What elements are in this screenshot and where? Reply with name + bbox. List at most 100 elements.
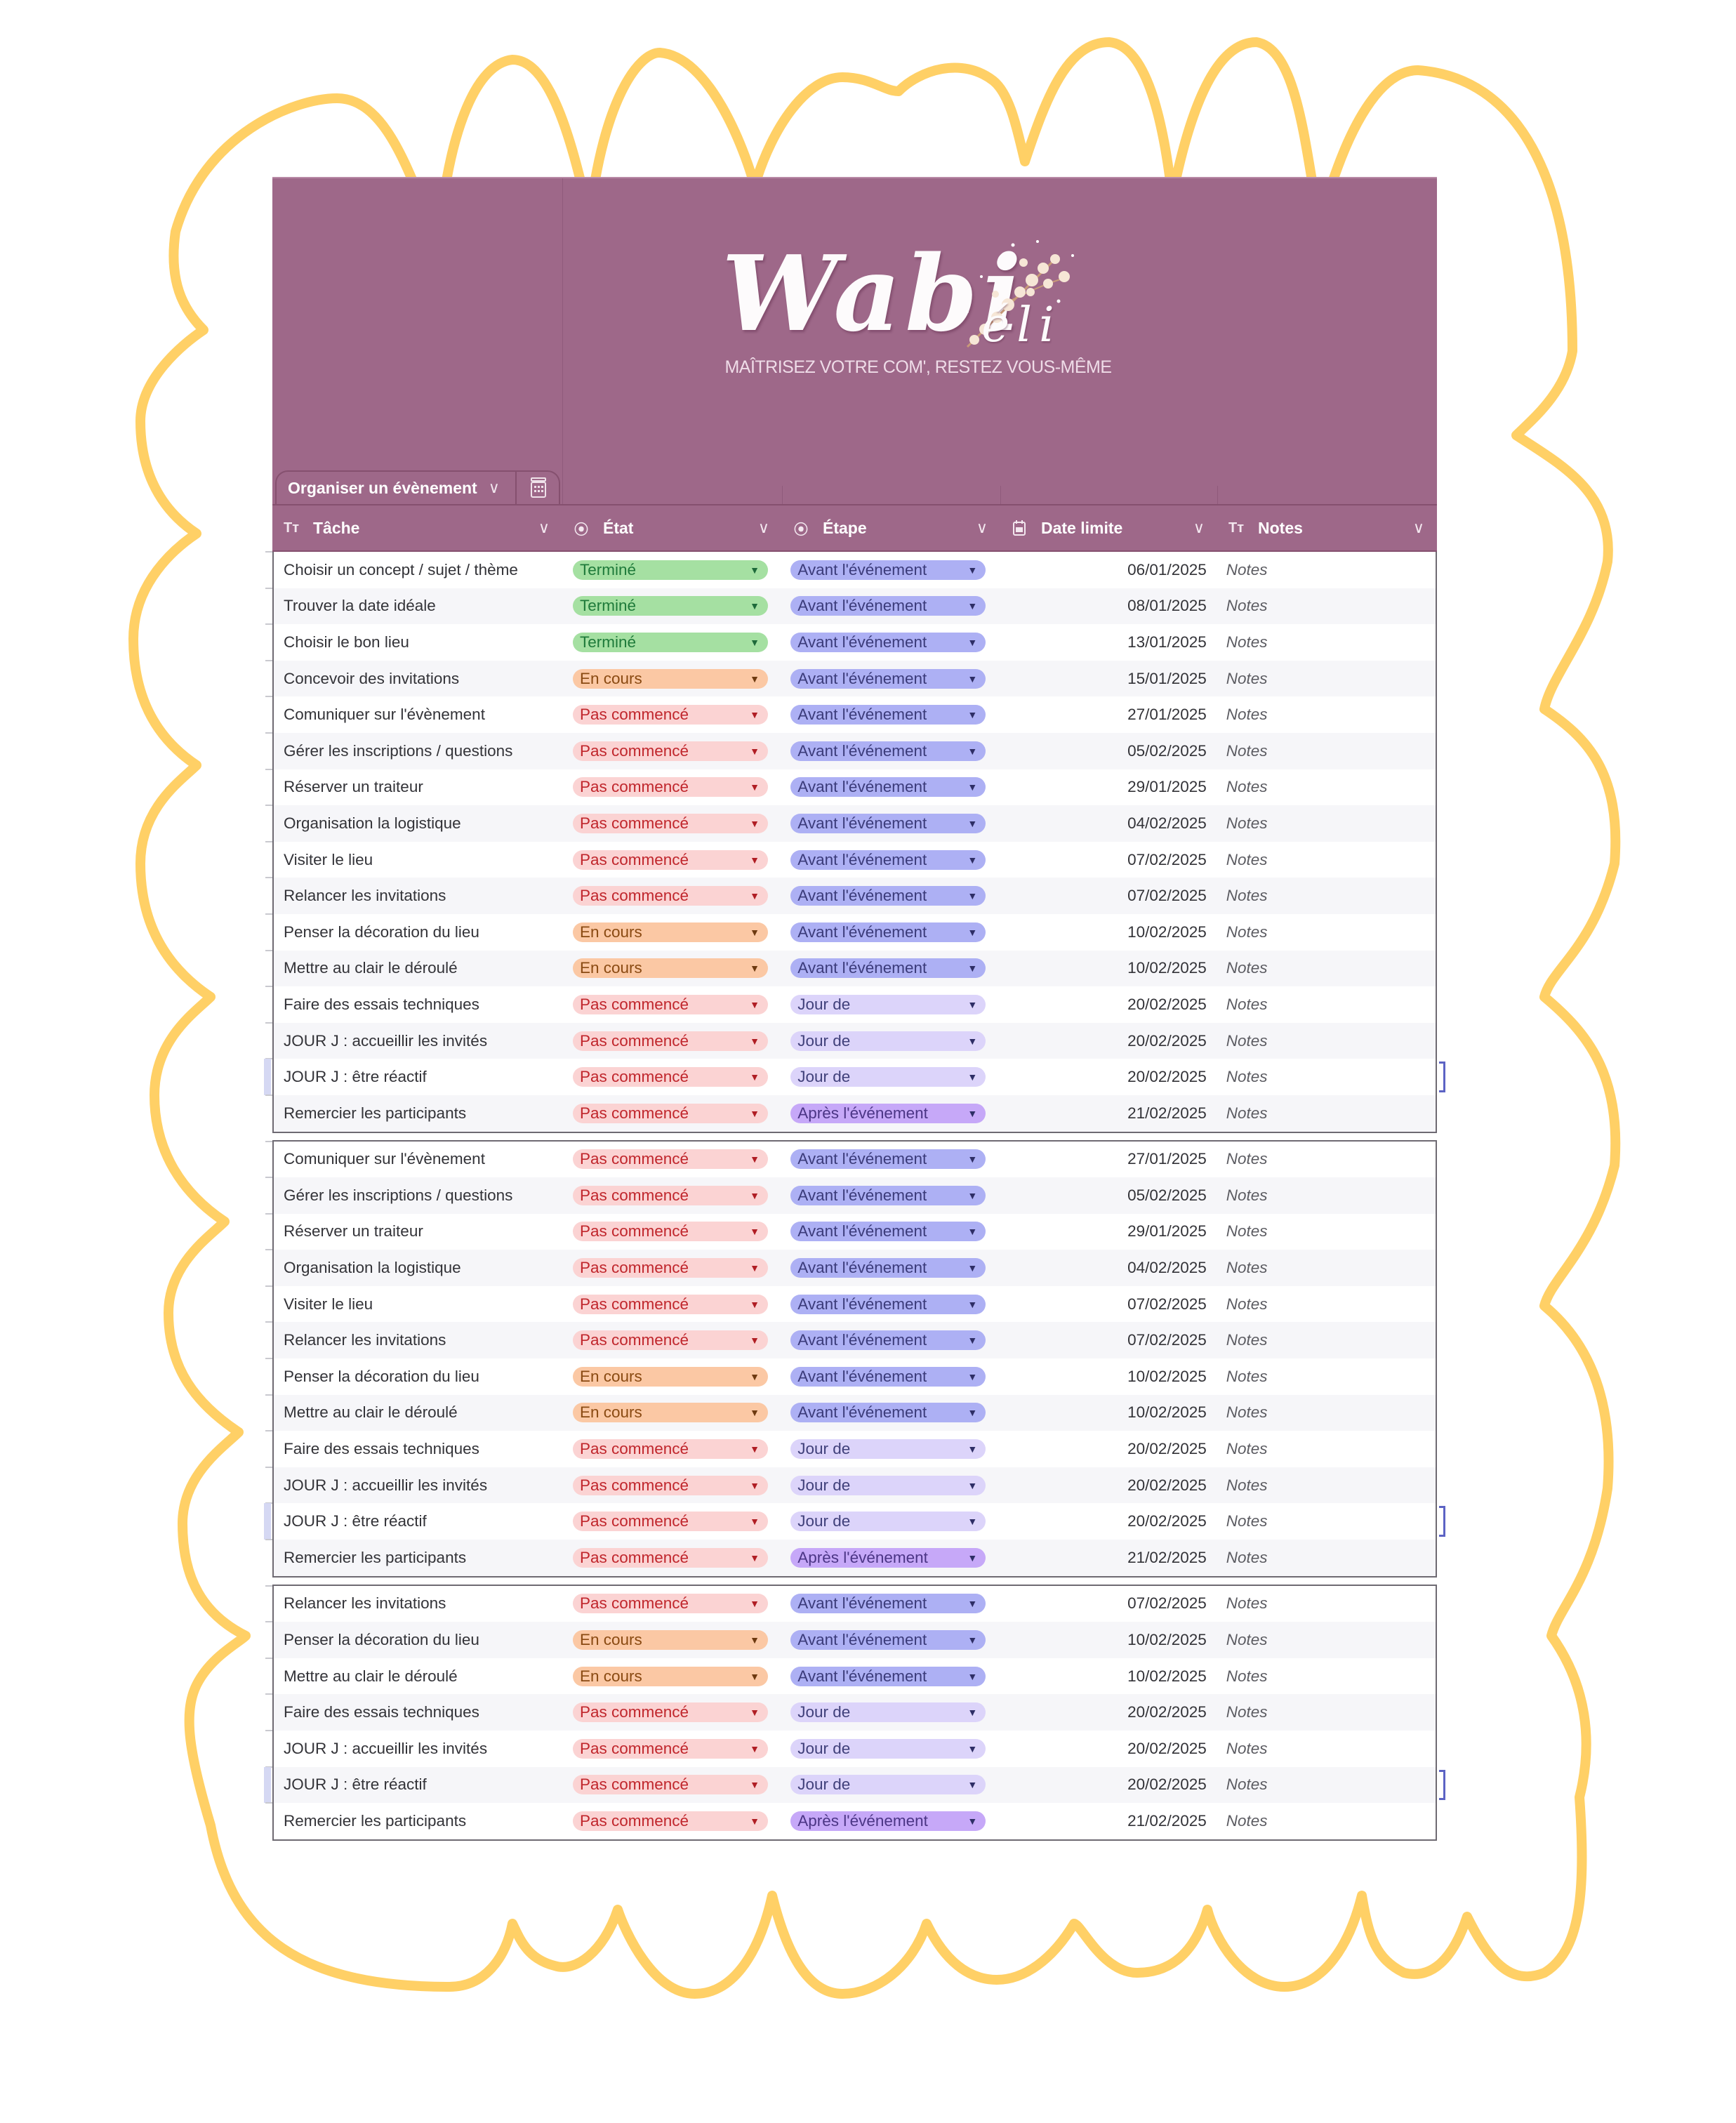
task-cell[interactable]: Relancer les invitations [274,887,563,905]
caret-down-icon[interactable]: ▼ [750,564,760,576]
step-dropdown[interactable]: Avant l'événement ▼ [790,1594,986,1614]
state-dropdown[interactable]: Pas commencé ▼ [573,1149,768,1170]
table-row[interactable]: Organisation la logistique Pas commencé … [265,1249,1436,1286]
caret-down-icon[interactable]: ▼ [967,818,977,829]
due-date-cell[interactable]: 08/01/2025 [1000,597,1217,615]
table-row[interactable]: Réserver un traiteur Pas commencé ▼ Avan… [265,1212,1436,1250]
caret-down-icon[interactable]: ▼ [750,1299,760,1310]
state-cell[interactable]: Pas commencé ▼ [563,705,782,725]
chevron-down-icon[interactable]: ∨ [1413,519,1424,537]
caret-down-icon[interactable]: ▼ [750,1598,760,1609]
step-dropdown[interactable]: Avant l'événement ▼ [790,668,986,689]
state-cell[interactable]: Pas commencé ▼ [563,1811,782,1831]
state-cell[interactable]: Pas commencé ▼ [563,1439,782,1460]
state-dropdown[interactable]: Pas commencé ▼ [573,777,768,798]
step-cell[interactable]: Jour de ▼ [782,1775,1000,1795]
notes-cell[interactable]: Notes [1217,1104,1436,1123]
state-dropdown[interactable]: Pas commencé ▼ [573,849,768,870]
state-dropdown[interactable]: Pas commencé ▼ [573,1103,768,1123]
caret-down-icon[interactable]: ▼ [750,1407,760,1418]
step-cell[interactable]: Avant l'événement ▼ [782,1630,1000,1651]
due-date-cell[interactable]: 13/01/2025 [1000,633,1217,652]
step-dropdown[interactable]: Avant l'événement ▼ [790,1630,986,1651]
table-row[interactable]: Gérer les inscriptions / questions Pas c… [265,1177,1436,1214]
state-cell[interactable]: Pas commencé ▼ [563,1330,782,1351]
step-cell[interactable]: Jour de ▼ [782,1439,1000,1460]
step-cell[interactable]: Avant l'événement ▼ [782,777,1000,798]
state-dropdown[interactable]: Pas commencé ▼ [573,1775,768,1795]
step-dropdown[interactable]: Avant l'événement ▼ [790,1185,986,1205]
task-cell[interactable]: JOUR J : être réactif [274,1068,563,1086]
state-dropdown[interactable]: Pas commencé ▼ [573,886,768,906]
due-date-cell[interactable]: 07/02/2025 [1000,851,1217,869]
notes-cell[interactable]: Notes [1217,959,1436,977]
state-dropdown[interactable]: Pas commencé ▼ [573,1811,768,1831]
state-cell[interactable]: En cours ▼ [563,668,782,689]
caret-down-icon[interactable]: ▼ [750,781,760,793]
table-row[interactable]: JOUR J : être réactif Pas commencé ▼ Jou… [264,1766,1445,1804]
column-header-task[interactable]: Tᴛ Tâche ∨ [272,505,562,550]
task-cell[interactable]: Relancer les invitations [274,1594,563,1613]
due-date-cell[interactable]: 07/02/2025 [1000,887,1217,905]
caret-down-icon[interactable]: ▼ [750,963,760,974]
task-cell[interactable]: Penser la décoration du lieu [274,923,563,941]
table-row[interactable]: Remercier les participants Pas commencé … [265,1539,1436,1576]
state-dropdown[interactable]: En cours ▼ [573,922,768,942]
notes-cell[interactable]: Notes [1217,670,1436,688]
state-dropdown[interactable]: En cours ▼ [573,1630,768,1651]
caret-down-icon[interactable]: ▼ [750,854,760,866]
table-row[interactable]: Relancer les invitations Pas commencé ▼ … [265,1321,1436,1359]
step-dropdown[interactable]: Jour de ▼ [790,1738,986,1759]
task-cell[interactable]: Mettre au clair le déroulé [274,1403,563,1422]
state-cell[interactable]: Pas commencé ▼ [563,1775,782,1795]
step-cell[interactable]: Avant l'événement ▼ [782,741,1000,761]
notes-cell[interactable]: Notes [1217,1259,1436,1277]
notes-cell[interactable]: Notes [1217,1775,1436,1794]
state-cell[interactable]: Pas commencé ▼ [563,1294,782,1314]
chevron-down-icon[interactable]: ∨ [538,519,550,537]
step-cell[interactable]: Avant l'événement ▼ [782,560,1000,580]
task-cell[interactable]: Remercier les participants [274,1104,563,1123]
state-cell[interactable]: Pas commencé ▼ [563,1512,782,1532]
caret-down-icon[interactable]: ▼ [750,600,760,611]
caret-down-icon[interactable]: ▼ [750,999,760,1010]
step-cell[interactable]: Jour de ▼ [782,1512,1000,1532]
table-row[interactable]: Penser la décoration du lieu En cours ▼ … [265,1621,1436,1658]
state-dropdown[interactable]: Pas commencé ▼ [573,1594,768,1614]
step-cell[interactable]: Jour de ▼ [782,1031,1000,1051]
table-row[interactable]: Choisir le bon lieu Terminé ▼ Avant l'év… [265,623,1436,661]
state-dropdown[interactable]: Pas commencé ▼ [573,1330,768,1351]
caret-down-icon[interactable]: ▼ [967,1407,977,1418]
due-date-cell[interactable]: 20/02/2025 [1000,1512,1217,1530]
notes-cell[interactable]: Notes [1217,633,1436,652]
caret-down-icon[interactable]: ▼ [750,1443,760,1455]
task-cell[interactable]: Choisir un concept / sujet / thème [274,561,563,579]
table-row[interactable]: Remercier les participants Pas commencé … [265,1094,1436,1132]
due-date-cell[interactable]: 29/01/2025 [1000,778,1217,796]
caret-down-icon[interactable]: ▼ [750,927,760,938]
task-cell[interactable]: Remercier les participants [274,1812,563,1830]
task-cell[interactable]: Mettre au clair le déroulé [274,1667,563,1686]
state-cell[interactable]: Terminé ▼ [563,632,782,652]
notes-cell[interactable]: Notes [1217,1032,1436,1050]
step-dropdown[interactable]: Après l'événement ▼ [790,1103,986,1123]
table-row[interactable]: Mettre au clair le déroulé En cours ▼ Av… [265,1657,1436,1695]
state-cell[interactable]: Pas commencé ▼ [563,994,782,1014]
caret-down-icon[interactable]: ▼ [750,1036,760,1047]
step-dropdown[interactable]: Avant l'événement ▼ [790,705,986,725]
due-date-cell[interactable]: 29/01/2025 [1000,1222,1217,1241]
notes-cell[interactable]: Notes [1217,1812,1436,1830]
task-cell[interactable]: Gérer les inscriptions / questions [274,742,563,760]
caret-down-icon[interactable]: ▼ [967,927,977,938]
column-header-step[interactable]: ⦿ Étape ∨ [782,505,1000,550]
due-date-cell[interactable]: 20/02/2025 [1000,996,1217,1014]
state-cell[interactable]: Pas commencé ▼ [563,1547,782,1568]
table-row[interactable]: Visiter le lieu Pas commencé ▼ Avant l'é… [265,840,1436,878]
task-cell[interactable]: Mettre au clair le déroulé [274,959,563,977]
notes-cell[interactable]: Notes [1217,597,1436,615]
table-row[interactable]: Visiter le lieu Pas commencé ▼ Avant l'é… [265,1285,1436,1323]
step-cell[interactable]: Après l'événement ▼ [782,1547,1000,1568]
caret-down-icon[interactable]: ▼ [967,564,977,576]
step-dropdown[interactable]: Avant l'événement ▼ [790,849,986,870]
state-cell[interactable]: Pas commencé ▼ [563,813,782,833]
